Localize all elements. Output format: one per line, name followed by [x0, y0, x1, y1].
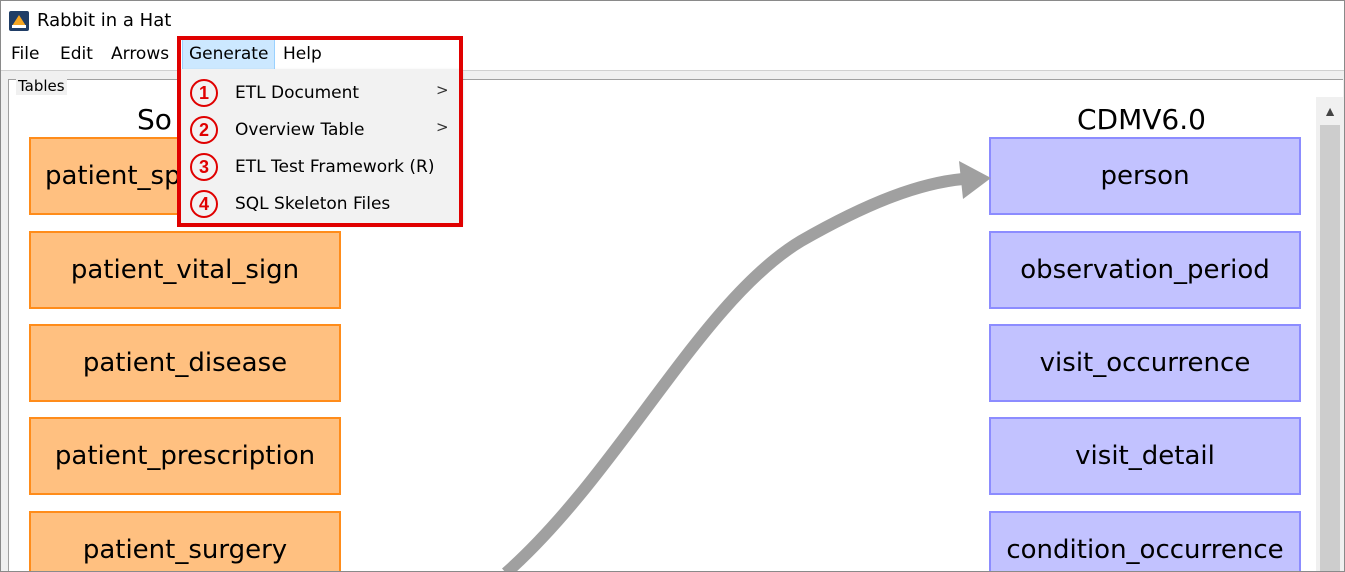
title-bar: Rabbit in a Hat [1, 1, 1344, 39]
menu-arrows[interactable]: Arrows [105, 39, 175, 70]
menu-generate[interactable]: Generate [182, 39, 276, 70]
target-column-header: CDMV6.0 [1077, 103, 1206, 136]
target-table-person[interactable]: person [989, 137, 1301, 215]
menu-edit[interactable]: Edit [54, 39, 99, 70]
menu-item-etl-document[interactable]: 1 ETL Document > [180, 75, 460, 112]
source-table-patient-surgery[interactable]: patient_surgery [29, 511, 341, 571]
menu-item-etl-test-framework[interactable]: 3 ETL Test Framework (R) [180, 149, 460, 186]
submenu-arrow-icon: > [436, 81, 449, 99]
menu-item-label: Overview Table [235, 120, 365, 140]
tables-panel-label: Tables [16, 77, 67, 95]
source-column-header: So [137, 103, 172, 136]
menu-file[interactable]: File [5, 39, 45, 70]
menu-help[interactable]: Help [277, 39, 328, 70]
rabbit-hat-app-icon [9, 11, 29, 31]
scroll-up-arrow-icon[interactable]: ▲ [1320, 101, 1340, 121]
menu-item-label: SQL Skeleton Files [235, 194, 391, 214]
step-number-badge: 2 [190, 116, 218, 144]
step-number-badge: 1 [190, 79, 218, 107]
source-table-patient-disease[interactable]: patient_disease [29, 324, 341, 402]
submenu-arrow-icon: > [436, 118, 449, 136]
menu-item-label: ETL Test Framework (R) [235, 157, 435, 177]
menu-item-sql-skeleton-files[interactable]: 4 SQL Skeleton Files [180, 186, 460, 223]
target-table-visit-detail[interactable]: visit_detail [989, 417, 1301, 495]
target-table-condition-occurrence[interactable]: condition_occurrence [989, 511, 1301, 571]
menu-item-label: ETL Document [235, 83, 360, 103]
generate-dropdown-menu: 1 ETL Document > 2 Overview Table > 3 ET… [180, 69, 460, 223]
target-table-visit-occurrence[interactable]: visit_occurrence [989, 324, 1301, 402]
source-table-patient-prescription[interactable]: patient_prescription [29, 417, 341, 495]
source-table-patient-vital-sign[interactable]: patient_vital_sign [29, 231, 341, 309]
window-title: Rabbit in a Hat [37, 10, 172, 31]
menu-bar: File Edit Arrows Generate Help [1, 39, 1344, 71]
menu-item-overview-table[interactable]: 2 Overview Table > [180, 112, 460, 149]
target-table-observation-period[interactable]: observation_period [989, 231, 1301, 309]
step-number-badge: 3 [190, 153, 218, 181]
scrollbar-thumb[interactable] [1320, 125, 1340, 571]
step-number-badge: 4 [190, 190, 218, 218]
